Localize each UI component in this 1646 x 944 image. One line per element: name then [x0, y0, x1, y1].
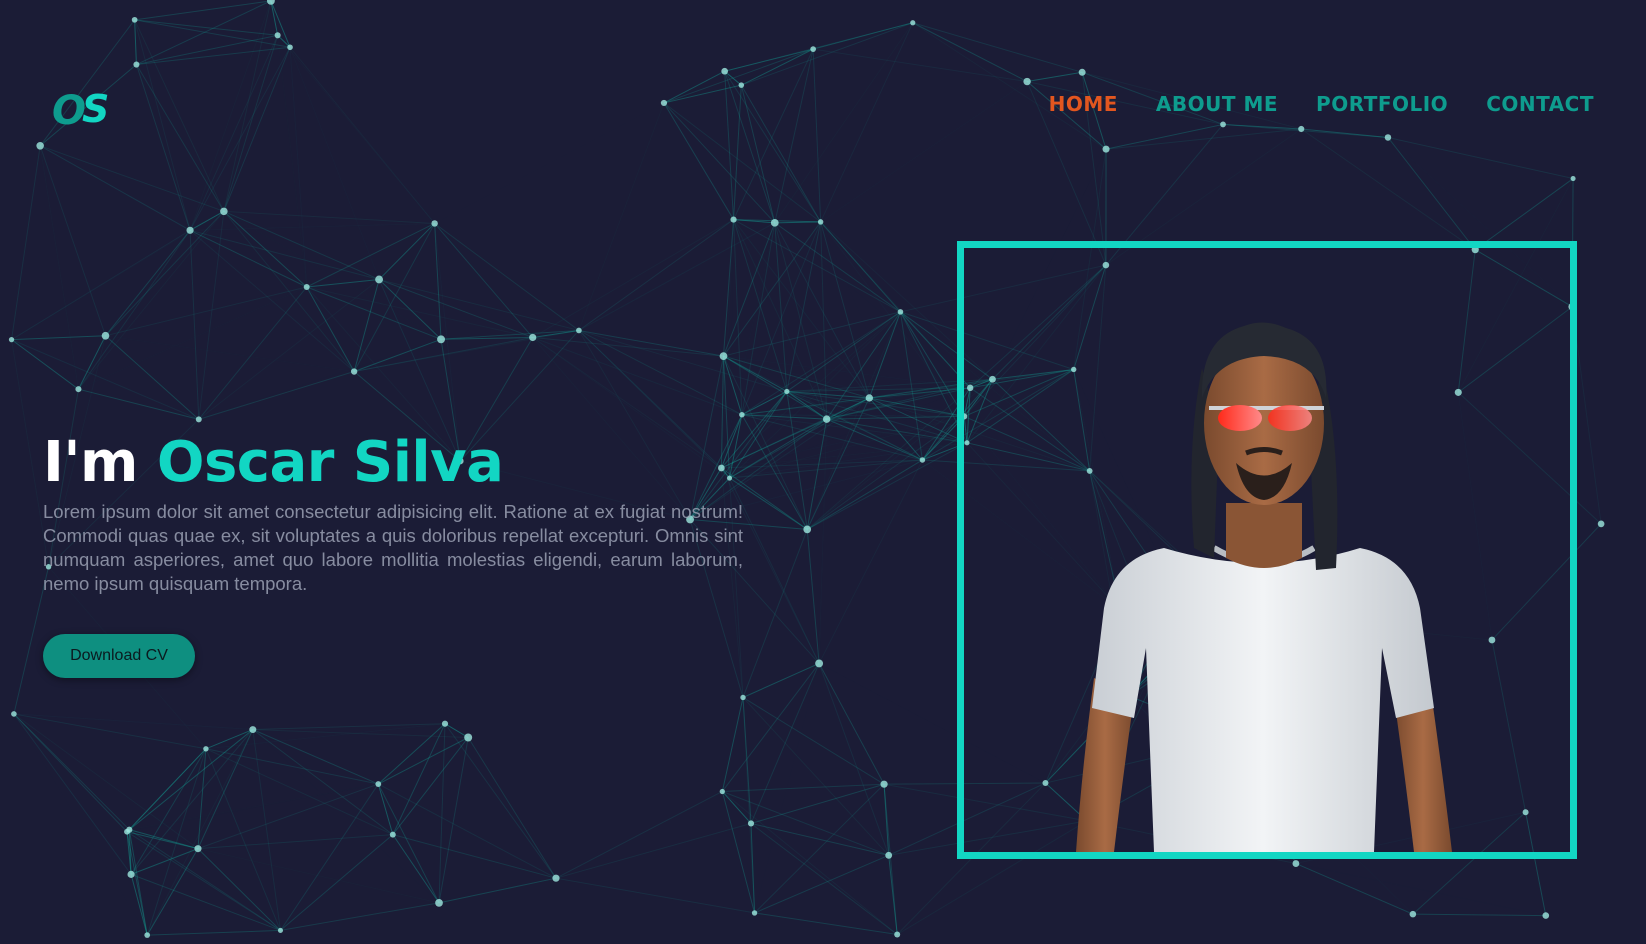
- network-node: [803, 525, 812, 534]
- network-node: [1409, 910, 1417, 918]
- avatar-frame: [957, 241, 1577, 859]
- network-node: [36, 142, 44, 150]
- network-node: [894, 931, 901, 938]
- network-node: [817, 219, 824, 225]
- network-node: [865, 394, 874, 402]
- network-node: [747, 820, 755, 827]
- logo-os-icon[interactable]: O S: [52, 86, 122, 134]
- hero-title: I'm Oscar Silva: [43, 430, 743, 496]
- network-node: [350, 368, 358, 375]
- network-node: [131, 16, 138, 23]
- network-node: [1078, 68, 1086, 76]
- network-node: [1570, 176, 1576, 182]
- network-node: [437, 335, 445, 344]
- network-node: [431, 220, 438, 227]
- network-node: [441, 720, 449, 727]
- network-node: [1597, 520, 1605, 528]
- network-node: [435, 899, 443, 907]
- logo-letter-s: S: [82, 87, 109, 131]
- network-node: [751, 910, 758, 916]
- network-node: [144, 932, 151, 938]
- network-node: [1384, 134, 1392, 141]
- avatar-portrait: [1076, 322, 1452, 852]
- network-node: [203, 746, 209, 752]
- network-node: [303, 284, 310, 290]
- hero-name: Oscar Silva: [156, 430, 504, 495]
- network-node: [464, 733, 473, 742]
- nav-about-me[interactable]: ABOUT ME: [1156, 92, 1278, 116]
- network-node: [784, 388, 790, 395]
- network-node: [375, 275, 384, 284]
- network-node: [1023, 77, 1031, 86]
- network-node: [810, 46, 816, 52]
- network-node: [738, 82, 745, 88]
- hero-description: Lorem ipsum dolor sit amet consectetur a…: [43, 501, 743, 594]
- network-node: [1542, 912, 1550, 919]
- network-node: [277, 927, 284, 933]
- network-node: [75, 386, 82, 393]
- network-node: [127, 870, 135, 878]
- network-node: [730, 216, 737, 223]
- network-node: [770, 218, 779, 227]
- logo-letter-o: O: [52, 88, 86, 134]
- network-node: [389, 831, 396, 838]
- network-node: [194, 845, 202, 853]
- network-node: [1298, 125, 1305, 133]
- network-node: [719, 352, 728, 360]
- network-node: [287, 44, 293, 51]
- nav-portfolio[interactable]: PORTFOLIO: [1316, 92, 1448, 116]
- network-node: [249, 726, 257, 734]
- network-node: [815, 659, 824, 668]
- network-node: [124, 828, 130, 835]
- network-node: [1292, 860, 1300, 867]
- hero-section: I'm Oscar Silva Lorem ipsum dolor sit am…: [43, 430, 743, 596]
- network-node: [186, 226, 194, 234]
- main-nav: HOME ABOUT ME PORTFOLIO CONTACT: [1049, 92, 1594, 116]
- network-node: [195, 416, 202, 423]
- network-node: [8, 336, 15, 343]
- network-node: [660, 99, 668, 107]
- network-node: [101, 331, 110, 340]
- network-node: [719, 788, 725, 795]
- network-node: [880, 780, 888, 788]
- network-node: [740, 694, 746, 701]
- network-node: [220, 207, 228, 216]
- nav-home[interactable]: HOME: [1049, 92, 1118, 116]
- network-node: [919, 457, 926, 463]
- network-node: [822, 415, 831, 423]
- network-node: [576, 327, 582, 334]
- network-node: [1220, 121, 1226, 128]
- network-node: [897, 309, 904, 315]
- network-node: [552, 874, 560, 882]
- nav-contact[interactable]: CONTACT: [1486, 92, 1594, 116]
- network-node: [910, 20, 916, 26]
- network-node: [885, 851, 893, 859]
- network-node: [11, 711, 17, 717]
- network-node: [274, 32, 281, 39]
- network-node: [266, 0, 275, 5]
- network-node: [739, 411, 745, 418]
- network-node: [529, 333, 537, 342]
- network-node: [1102, 145, 1110, 153]
- network-node: [133, 61, 140, 68]
- hero-greeting: I'm: [43, 430, 138, 495]
- download-cv-button[interactable]: Download CV: [43, 634, 195, 678]
- network-node: [375, 781, 382, 787]
- network-node: [721, 67, 729, 75]
